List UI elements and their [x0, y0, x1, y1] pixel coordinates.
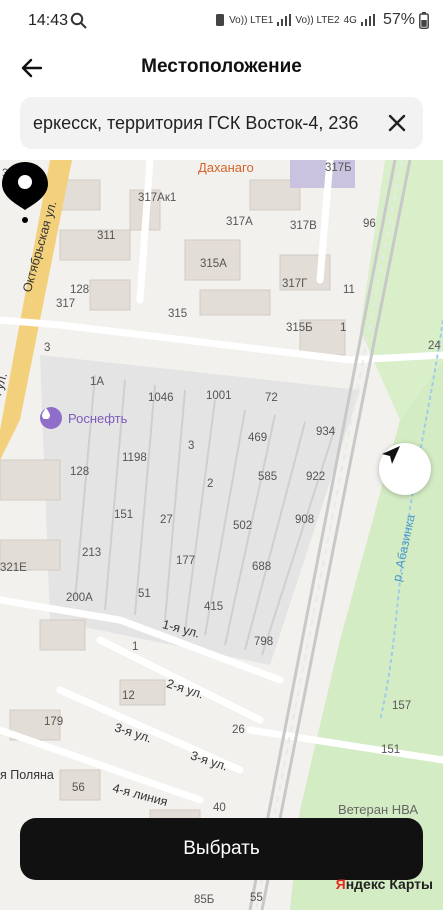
map-label: 128 — [70, 284, 90, 296]
select-button[interactable]: Выбрать — [20, 818, 423, 880]
map-label: 315А — [200, 258, 227, 270]
status-bar: 14:43 Vo)) LTE1 Vo)) LTE2 4G 57% — [0, 0, 443, 42]
map-label: 317 — [56, 298, 76, 310]
map-label: 157 — [392, 700, 412, 712]
map-label: 315Б — [286, 322, 313, 334]
network-2-label: Vo)) LTE2 — [295, 14, 340, 26]
map-label: 934 — [316, 426, 336, 438]
battery-icon — [419, 11, 429, 29]
signal-icon — [277, 14, 292, 26]
status-indicators: Vo)) LTE1 Vo)) LTE2 4G 57% — [215, 11, 429, 29]
map[interactable]: Даханаго 317Б 326 317Ак1 317А 317В 96 31… — [0, 160, 443, 910]
search-area: еркесск, территория ГСК Восток-4, 236 — [0, 94, 443, 160]
map-label: 688 — [252, 561, 272, 573]
map-label: 151 — [381, 744, 401, 756]
search-icon — [70, 12, 87, 29]
map-label: 177 — [176, 555, 196, 567]
map-label: 1046 — [148, 392, 174, 404]
map-label: 317Г — [282, 278, 308, 290]
map-label: 56 — [72, 782, 85, 794]
sim-icon — [216, 14, 225, 26]
map-label: 179 — [44, 716, 64, 728]
map-label: 908 — [295, 514, 315, 526]
map-label: 72 — [265, 392, 278, 404]
map-label: 26 — [232, 724, 245, 736]
battery-percent: 57% — [382, 11, 415, 28]
logo-text: ндекс Карты — [345, 876, 433, 892]
map-label: 585 — [258, 471, 278, 483]
map-label: 415 — [204, 601, 224, 613]
logo-letter: Я — [335, 876, 346, 892]
map-label: 502 — [233, 520, 253, 532]
map-label: 128 — [70, 466, 90, 478]
locate-me-button[interactable] — [379, 443, 431, 495]
map-label: 469 — [248, 432, 268, 444]
map-label: 1 — [132, 641, 139, 653]
location-pin-icon — [2, 162, 48, 223]
status-time: 14:43 — [28, 12, 69, 29]
yandex-maps-logo[interactable]: Яндекс Карты — [336, 876, 433, 892]
map-label: 317Б — [325, 162, 352, 174]
place-label: Ветеран НВА — [338, 802, 419, 817]
map-label: 3 — [188, 440, 195, 452]
map-label: 40 — [213, 802, 226, 814]
map-label: 1001 — [206, 390, 232, 402]
map-label: 317А — [226, 216, 253, 228]
close-icon[interactable] — [385, 111, 409, 135]
map-label: 96 — [363, 218, 376, 230]
map-label: 3 — [44, 342, 51, 354]
header: Местоположение — [0, 42, 443, 94]
map-label: 85Б — [194, 894, 215, 906]
poi-rosneft[interactable]: Роснефть — [40, 407, 127, 429]
map-label: 315 — [168, 308, 188, 320]
map-label: 311 — [97, 230, 116, 242]
map-label: 151 — [114, 509, 134, 521]
map-canvas[interactable] — [0, 160, 443, 910]
map-label: Даханаго — [198, 160, 254, 175]
map-label: 1 — [340, 322, 347, 334]
address-input-value[interactable]: еркесск, территория ГСК Восток-4, 236 — [33, 113, 378, 134]
network-3-label: 4G — [343, 14, 357, 26]
map-label: 11 — [343, 284, 355, 296]
map-label: 321Е — [0, 562, 27, 574]
map-label: 2 — [207, 478, 214, 490]
fuel-station-icon — [40, 407, 62, 429]
map-label: 1198 — [122, 452, 147, 464]
map-label: 200А — [66, 592, 93, 604]
map-label: 213 — [82, 547, 102, 559]
map-label: 55 — [250, 892, 263, 904]
address-input[interactable]: еркесск, территория ГСК Восток-4, 236 — [20, 97, 423, 149]
map-label: 27 — [160, 514, 173, 526]
map-label: 24 — [428, 340, 441, 352]
map-label: 922 — [306, 471, 326, 483]
navigation-arrow-icon — [382, 446, 400, 464]
map-label: 317Ак1 — [138, 192, 177, 204]
map-label: 798 — [254, 636, 274, 648]
street-label: я Поляна — [0, 768, 54, 782]
signal-icon-2 — [360, 14, 375, 26]
map-label: 317В — [290, 220, 317, 232]
map-label: 51 — [138, 588, 151, 600]
page-title: Местоположение — [141, 56, 302, 77]
poi-rosneft-label: Роснефть — [68, 410, 128, 426]
map-label: 1А — [90, 376, 105, 388]
map-label: 12 — [122, 690, 135, 702]
network-1-label: Vo)) LTE1 — [229, 14, 274, 26]
